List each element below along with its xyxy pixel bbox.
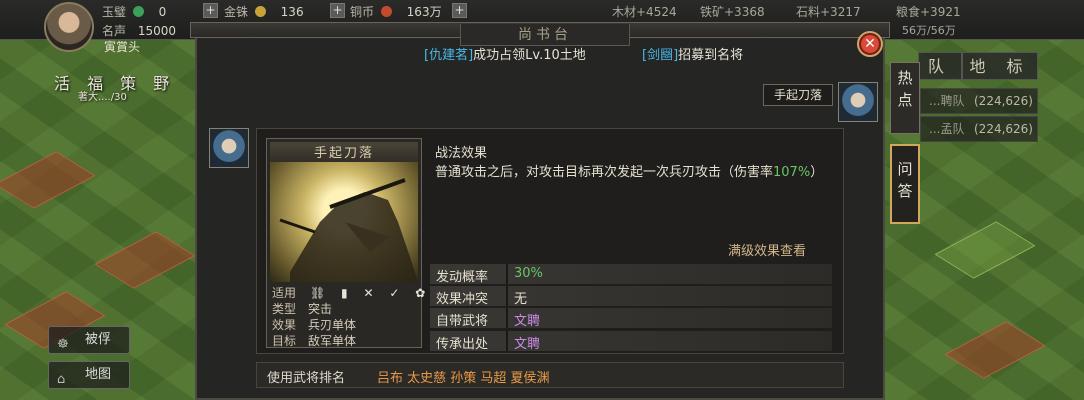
effect-text-end: ） bbox=[810, 165, 824, 180]
team-row-coords: (224,626) bbox=[974, 122, 1033, 136]
usage-ranking-row: 使用武将排名 吕布 太史慈 孙策 马超 夏侯渊 bbox=[256, 362, 844, 388]
map-region-sublabel: 著大..../30 bbox=[78, 92, 127, 103]
attr-effect-value: 兵刃单体 bbox=[308, 318, 357, 332]
effect-title: 战法效果 bbox=[435, 146, 488, 161]
skill-artwork bbox=[270, 162, 418, 282]
skill-info-value[interactable]: 文聘 bbox=[514, 310, 540, 329]
stat-gold-value: 136 bbox=[280, 5, 304, 19]
row-divider bbox=[506, 264, 508, 284]
sender-avatar[interactable] bbox=[838, 82, 878, 122]
map-label: 地图 bbox=[85, 367, 112, 382]
reputation: 名声 15000 bbox=[102, 22, 176, 39]
row-divider bbox=[506, 308, 508, 328]
skill-info-key: 自带武将 bbox=[436, 314, 489, 329]
stat-gold-label: 金铢 bbox=[224, 5, 249, 19]
jade-icon bbox=[132, 6, 144, 17]
stat-jade-label: 玉璧 bbox=[102, 5, 127, 19]
team-row[interactable]: ...聘队 (224,626) bbox=[920, 88, 1038, 114]
tab-territory[interactable]: 地 标 bbox=[962, 52, 1038, 80]
notice-player-tag: [剑圝] bbox=[642, 48, 679, 63]
tab-territory-label: 地 标 bbox=[969, 57, 1031, 76]
skill-info-value: 无 bbox=[514, 292, 528, 307]
stat-jade-value: 0 bbox=[158, 5, 167, 19]
attr-effect: 效果 兵刃单体 bbox=[272, 316, 356, 333]
stat-copper-value: 163万 bbox=[406, 5, 442, 19]
attr-type: 类型 突击 bbox=[272, 300, 332, 317]
gold-coin-icon bbox=[254, 6, 266, 17]
stat-gold: 金铢 136 bbox=[224, 3, 304, 20]
add-jade-button[interactable]: + bbox=[203, 3, 218, 18]
skill-info-row: 发动概率 30% bbox=[430, 264, 832, 285]
stat-copper: 铜币 163万 bbox=[350, 3, 442, 20]
attr-use-label: 适用 bbox=[272, 286, 297, 300]
skill-info-key: 发动概率 bbox=[436, 270, 489, 285]
player-avatar[interactable] bbox=[44, 2, 94, 52]
skill-info-value: 30% bbox=[514, 266, 543, 281]
team-row-coords: (224,626) bbox=[974, 94, 1033, 108]
usage-ranking-names[interactable]: 吕布 太史慈 孙策 马超 夏侯渊 bbox=[377, 367, 550, 386]
tab-hot-label: 热点 bbox=[897, 69, 913, 109]
troop-type-icons: ⛓ ▮ ✕ ✓ ✿ bbox=[310, 286, 432, 300]
tab-qa[interactable]: 问答 bbox=[890, 144, 920, 224]
panel-title: 尚书台 bbox=[460, 24, 630, 46]
skill-name: 手起刀落 bbox=[270, 142, 418, 162]
notice-text: 招募到名将 bbox=[678, 48, 744, 63]
copper-coin-icon bbox=[380, 6, 392, 17]
team-row[interactable]: ...孟队 (224,626) bbox=[920, 116, 1038, 142]
chain-icon: ☸ bbox=[57, 337, 69, 352]
resource-wood: 木材+4524 bbox=[612, 5, 677, 19]
captive-button[interactable]: ☸ 被俘 bbox=[48, 326, 130, 354]
attr-type-label: 类型 bbox=[272, 302, 297, 316]
player-name: 寅賞头 bbox=[104, 40, 141, 54]
attr-target-value: 敌军单体 bbox=[308, 334, 357, 348]
tab-qa-label: 问答 bbox=[897, 160, 913, 200]
attr-type-value: 突击 bbox=[308, 302, 333, 316]
tab-hot[interactable]: 热点 bbox=[890, 62, 920, 134]
chat-message-bubble[interactable]: 手起刀落 bbox=[763, 84, 833, 106]
resource-food: 粮食+3921 bbox=[896, 5, 961, 19]
tab-team-label: 队 bbox=[927, 57, 952, 76]
reputation-label: 名声 bbox=[102, 24, 127, 38]
attr-target-label: 目标 bbox=[272, 334, 297, 348]
team-row-label: ...孟队 bbox=[929, 122, 965, 136]
tab-team[interactable]: 队 bbox=[918, 52, 962, 80]
notice-text: 成功占领Lv.10土地 bbox=[473, 48, 586, 63]
attr-use: 适用 bbox=[272, 284, 308, 301]
notice-player-tag: [仇建茗] bbox=[424, 48, 474, 63]
system-notice[interactable]: [仇建茗]成功占领Lv.10土地 bbox=[424, 44, 586, 63]
system-notice[interactable]: [剑圝]招募到名将 bbox=[642, 44, 743, 63]
resource-iron: 铁矿+3368 bbox=[700, 5, 765, 19]
max-level-effect-link[interactable]: 满级效果查看 bbox=[728, 240, 806, 259]
usage-ranking-label: 使用武将排名 bbox=[267, 371, 346, 386]
stat-copper-label: 铜币 bbox=[350, 5, 375, 19]
reputation-value: 15000 bbox=[137, 24, 177, 38]
captive-label: 被俘 bbox=[85, 332, 112, 347]
general-portrait[interactable] bbox=[209, 128, 249, 168]
skill-info-value[interactable]: 文聘 bbox=[514, 333, 540, 352]
team-row-label: ...聘队 bbox=[929, 94, 965, 108]
skill-info-row: 效果冲突 无 bbox=[430, 286, 832, 307]
skill-info-key: 传承出处 bbox=[436, 337, 489, 352]
add-copper-button[interactable]: + bbox=[452, 3, 467, 18]
map-pin-icon: ⌂ bbox=[57, 372, 66, 387]
close-button[interactable]: ✕ bbox=[857, 31, 883, 57]
effect-text-main: 普通攻击之后，对攻击目标再次发起一次兵刃攻击（伤害率 bbox=[435, 165, 774, 180]
add-gold-button[interactable]: + bbox=[330, 3, 345, 18]
stat-jade: 玉璧 0 bbox=[102, 3, 166, 20]
row-divider bbox=[506, 286, 508, 306]
effect-description: 普通攻击之后，对攻击目标再次发起一次兵刃攻击（伤害率107%） bbox=[435, 161, 830, 184]
resource-stone: 石料+3217 bbox=[796, 5, 861, 19]
damage-rate-value: 107% bbox=[773, 165, 811, 180]
skill-info-row: 自带武将 文聘 bbox=[430, 308, 832, 329]
row-divider bbox=[506, 331, 508, 351]
skill-info-row: 传承出处 文聘 bbox=[430, 331, 832, 352]
warrior-silhouette-icon bbox=[279, 178, 418, 282]
attr-target: 目标 敌军单体 bbox=[272, 332, 356, 349]
skill-info-key: 效果冲突 bbox=[436, 292, 489, 307]
food-capacity: 56万/56万 bbox=[902, 24, 956, 37]
map-button[interactable]: ⌂ 地图 bbox=[48, 361, 130, 389]
attr-effect-label: 效果 bbox=[272, 318, 297, 332]
